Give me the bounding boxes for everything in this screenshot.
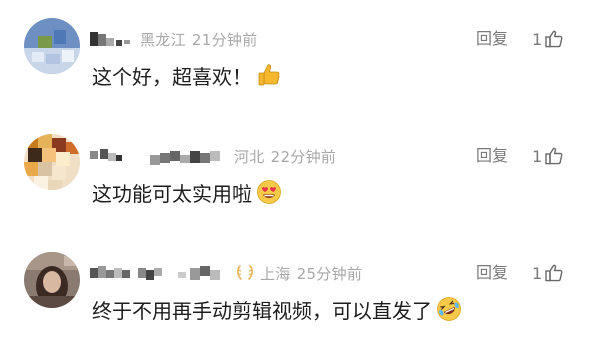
avatar[interactable] <box>24 18 80 74</box>
rofl-emoji-icon <box>436 296 462 322</box>
avatar-image <box>24 134 80 190</box>
like-button[interactable]: 1 <box>532 262 564 284</box>
nickname-mosaic[interactable] <box>90 145 228 167</box>
avatar-image <box>24 252 80 308</box>
reply-button[interactable]: 回复 <box>476 145 508 167</box>
thumb-up-outline-icon <box>544 263 564 283</box>
comment-meta: 黑龙江 21分钟前 <box>90 26 258 52</box>
comment-region: 黑龙江 <box>140 30 186 49</box>
comment-list: 黑龙江 21分钟前 这个好，超喜欢！ 回复 1 河北 22分钟前 这功能可太实用… <box>0 0 599 347</box>
comment-time: 22分钟前 <box>270 147 337 166</box>
nickname-mosaic[interactable] <box>90 262 228 284</box>
laurel-badge-icon <box>234 263 256 283</box>
comment-body: 终于不用再手动剪辑视频，可以直发了 <box>92 292 462 326</box>
thumbs-up-emoji-icon <box>256 62 282 88</box>
comment-text: 这功能可太实用啦 <box>92 181 252 206</box>
comment-body: 这功能可太实用啦 <box>92 175 282 209</box>
thumb-up-outline-icon <box>544 29 564 49</box>
comment-item: 黑龙江 21分钟前 这个好，超喜欢！ 回复 1 <box>0 0 599 115</box>
comment-meta: 河北 22分钟前 <box>90 143 336 169</box>
like-count: 1 <box>532 263 543 283</box>
comment-item: 上海 25分钟前 终于不用再手动剪辑视频，可以直发了 回复 1 <box>0 230 599 345</box>
like-button[interactable]: 1 <box>532 145 564 167</box>
comment-item: 河北 22分钟前 这功能可太实用啦 回复 1 <box>0 115 599 230</box>
comment-region: 河北 <box>234 147 265 166</box>
comment-body: 这个好，超喜欢！ <box>92 58 282 92</box>
avatar-image <box>24 18 80 74</box>
reply-button[interactable]: 回复 <box>476 262 508 284</box>
avatar[interactable] <box>24 134 80 190</box>
comment-time: 25分钟前 <box>296 264 363 283</box>
thumb-up-outline-icon <box>544 146 564 166</box>
like-count: 1 <box>532 29 543 49</box>
comment-time: 21分钟前 <box>191 30 258 49</box>
reply-button[interactable]: 回复 <box>476 28 508 50</box>
nickname-mosaic[interactable] <box>90 28 134 50</box>
heart-eyes-emoji-icon <box>256 179 282 205</box>
like-count: 1 <box>532 146 543 166</box>
comment-region: 上海 <box>260 264 291 283</box>
avatar[interactable] <box>24 252 80 308</box>
comment-text: 这个好，超喜欢！ <box>92 64 252 89</box>
like-button[interactable]: 1 <box>532 28 564 50</box>
comment-meta: 上海 25分钟前 <box>90 260 362 286</box>
comment-text: 终于不用再手动剪辑视频，可以直发了 <box>92 298 432 323</box>
